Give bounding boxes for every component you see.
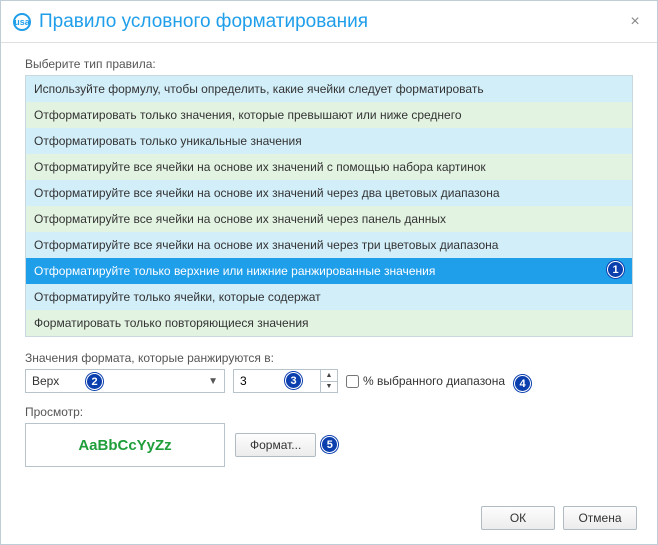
rule-item[interactable]: Форматировать только повторяющиеся значе… <box>26 310 632 336</box>
rule-item-selected[interactable]: Отформатируйте только верхние или нижние… <box>26 258 632 284</box>
spin-up-icon[interactable]: ▲ <box>321 370 337 382</box>
percent-label: % выбранного диапазона <box>363 374 505 388</box>
rule-item[interactable]: Отформатируйте все ячейки на основе их з… <box>26 232 632 258</box>
format-button[interactable]: Формат... <box>235 433 316 457</box>
rule-item[interactable]: Отформатируйте все ячейки на основе их з… <box>26 180 632 206</box>
direction-combo[interactable]: Верх ▼ 2 <box>25 369 225 393</box>
direction-value: Верх <box>32 374 208 388</box>
preview-sample: AaBbCcYyZz <box>25 423 225 467</box>
conditional-format-dialog: usa Правило условного форматирования × В… <box>0 0 658 545</box>
callout-1: 1 <box>607 261 624 278</box>
rule-item-label: Отформатируйте только верхние или нижние… <box>34 264 435 278</box>
spinner-buttons[interactable]: ▲ ▼ <box>320 369 338 393</box>
rank-count-spinner[interactable]: ▲ ▼ 3 <box>233 369 338 393</box>
cancel-button[interactable]: Отмена <box>563 506 637 530</box>
rule-type-list[interactable]: Используйте формулу, чтобы определить, к… <box>25 75 633 337</box>
callout-3: 3 <box>285 372 302 389</box>
spin-down-icon[interactable]: ▼ <box>321 382 337 393</box>
rule-type-label: Выберите тип правила: <box>25 57 633 71</box>
dialog-title: Правило условного форматирования <box>39 11 625 33</box>
ok-button[interactable]: ОК <box>481 506 555 530</box>
rule-item[interactable]: Отформатировать только уникальные значен… <box>26 128 632 154</box>
preview-label: Просмотр: <box>25 405 633 419</box>
callout-2: 2 <box>86 373 103 390</box>
rank-count-input[interactable] <box>233 369 320 393</box>
percent-checkbox-wrap[interactable]: % выбранного диапазона 4 <box>346 374 525 388</box>
titlebar: usa Правило условного форматирования × <box>1 1 657 43</box>
dialog-footer: ОК Отмена <box>1 496 657 544</box>
rule-item[interactable]: Отформатируйте только ячейки, которые со… <box>26 284 632 310</box>
chevron-down-icon: ▼ <box>208 376 218 387</box>
callout-5: 5 <box>321 436 338 453</box>
close-icon[interactable]: × <box>625 13 645 31</box>
rule-item[interactable]: Отформатировать только значения, которые… <box>26 102 632 128</box>
rule-item[interactable]: Отформатируйте все ячейки на основе их з… <box>26 206 632 232</box>
rule-item[interactable]: Отформатируйте все ячейки на основе их з… <box>26 154 632 180</box>
rule-item[interactable]: Используйте формулу, чтобы определить, к… <box>26 76 632 102</box>
app-icon: usa <box>13 13 31 31</box>
callout-4: 4 <box>514 375 531 392</box>
rank-section-label: Значения формата, которые ранжируются в: <box>25 351 633 365</box>
percent-checkbox[interactable] <box>346 375 359 388</box>
